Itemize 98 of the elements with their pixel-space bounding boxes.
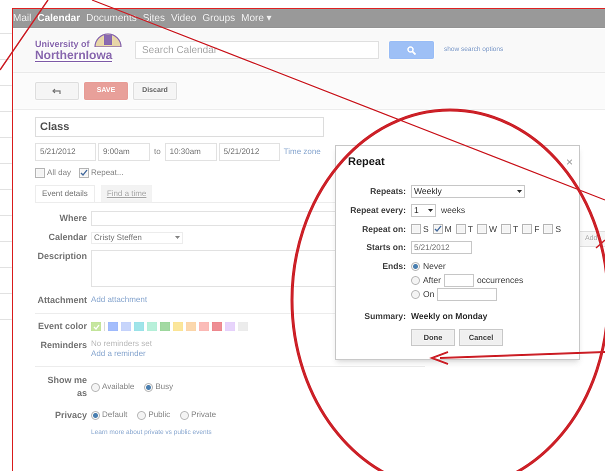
interval-dropdown[interactable]: 1 <box>411 204 436 216</box>
calendar-dropdown[interactable]: Cristy Steffen <box>91 232 183 244</box>
tab[interactable]: Event details <box>35 185 95 202</box>
count-field[interactable] <box>444 274 474 288</box>
day-label: S <box>555 222 562 236</box>
back-arrow-icon <box>52 88 62 94</box>
checkbox[interactable] <box>432 224 443 234</box>
checkbox[interactable] <box>456 224 466 234</box>
field-label: Calendar <box>47 231 87 244</box>
nav-link[interactable]: More ▾ <box>241 11 272 26</box>
nav-link[interactable]: Video <box>170 11 196 26</box>
nav-link[interactable]: Mail <box>13 11 32 26</box>
radio-label: Private <box>191 409 216 422</box>
field-label: Repeats: <box>369 184 406 198</box>
field-label: Repeat on: <box>361 222 406 236</box>
time-field[interactable]: 9:00am <box>98 143 150 161</box>
checkbox-label: Repeat... <box>91 167 124 179</box>
color-swatch[interactable] <box>121 322 131 332</box>
field-label: Ends: <box>381 260 406 273</box>
tab[interactable]: Find a time <box>100 185 152 202</box>
checkbox[interactable] <box>476 224 487 234</box>
checkbox[interactable] <box>35 168 45 178</box>
to-label: to <box>153 146 162 158</box>
radio-button[interactable] <box>144 382 154 392</box>
search-button[interactable] <box>389 41 434 59</box>
color-swatch[interactable] <box>199 322 209 332</box>
checkbox[interactable] <box>522 224 532 234</box>
date-field[interactable]: 5/21/2012 <box>35 143 96 161</box>
checkbox[interactable] <box>501 224 511 234</box>
field-label: Starts on: <box>365 241 406 254</box>
add-attachment-link[interactable]: Add attachment <box>91 294 148 306</box>
back-button[interactable] <box>35 82 79 100</box>
color-swatch[interactable] <box>147 322 157 332</box>
field-label: Show me as <box>46 374 87 400</box>
color-swatch[interactable] <box>186 322 196 332</box>
field-label: Reminders <box>39 338 87 352</box>
radio-button[interactable] <box>411 290 420 300</box>
radio-label: Available <box>102 381 134 393</box>
radio-button[interactable] <box>91 410 100 420</box>
field-label: Where <box>58 212 87 225</box>
day-label: W <box>488 222 497 236</box>
field-label: Event color <box>36 320 87 333</box>
field-label: Repeat every: <box>349 204 406 216</box>
field-label: Summary: <box>363 310 406 323</box>
nav-link[interactable]: Calendar <box>37 11 80 26</box>
color-swatch[interactable] <box>91 322 101 332</box>
caret-icon <box>428 208 433 212</box>
start-date-field[interactable]: 5/21/2012 <box>411 241 472 254</box>
caret-icon <box>517 190 522 192</box>
color-swatch[interactable] <box>225 322 235 332</box>
day-label: S <box>423 222 429 236</box>
nav-link[interactable]: Groups <box>202 11 236 26</box>
field-label: Description <box>36 250 87 263</box>
day-label: F <box>534 222 540 236</box>
time-field[interactable]: 10:30am <box>164 143 217 161</box>
checkbox[interactable] <box>79 168 90 178</box>
summary-text: Weekly on Monday <box>411 310 488 323</box>
radio-label: Default <box>102 409 128 422</box>
repeats-dropdown[interactable]: Weekly <box>411 184 525 198</box>
radio-label: Public <box>148 409 170 422</box>
radio-button[interactable] <box>411 276 420 286</box>
color-swatch[interactable] <box>173 322 183 332</box>
nav-link[interactable]: Documents <box>86 11 137 26</box>
unit-label: weeks <box>441 204 466 216</box>
time-zone-link[interactable]: Time zone <box>282 146 321 158</box>
radio-button[interactable] <box>137 410 146 420</box>
radio-button[interactable] <box>91 382 100 392</box>
color-swatch[interactable] <box>212 322 222 332</box>
color-swatch[interactable] <box>134 322 144 332</box>
nav-link[interactable]: Sites <box>142 11 165 26</box>
day-label: T <box>513 222 518 236</box>
checkbox[interactable] <box>411 224 421 234</box>
close-button[interactable]: × <box>566 156 573 168</box>
checkbox[interactable] <box>543 224 554 234</box>
add-reminder-link[interactable]: Add a reminder <box>91 348 152 358</box>
radio-button[interactable] <box>180 410 190 420</box>
color-swatch[interactable] <box>160 322 170 332</box>
no-reminders-text: No reminders set <box>91 338 152 348</box>
radio-button[interactable] <box>411 262 420 272</box>
radio-label: After <box>423 274 441 288</box>
end-date-field[interactable] <box>437 288 498 302</box>
occurrences-label: occurrences <box>476 274 524 288</box>
search-field[interactable]: Search Calendar <box>135 41 379 59</box>
field-label: Privacy <box>54 408 87 422</box>
university-logo: University of NorthernIowa <box>35 38 123 62</box>
color-swatch[interactable] <box>108 322 118 332</box>
day-label: T <box>468 222 473 236</box>
dialog-title: Repeat <box>348 155 385 170</box>
radio-label: On <box>423 288 434 302</box>
checkbox-label: All day <box>47 167 72 179</box>
radio-label: Busy <box>155 381 174 393</box>
radio-label: Never <box>423 260 446 274</box>
day-label: M <box>444 222 452 236</box>
search-icon <box>407 46 416 54</box>
date-field[interactable]: 5/21/2012 <box>218 143 280 161</box>
field-label: Attachment <box>36 294 87 306</box>
caret-icon <box>175 236 180 240</box>
title-field[interactable]: Class <box>35 117 324 137</box>
